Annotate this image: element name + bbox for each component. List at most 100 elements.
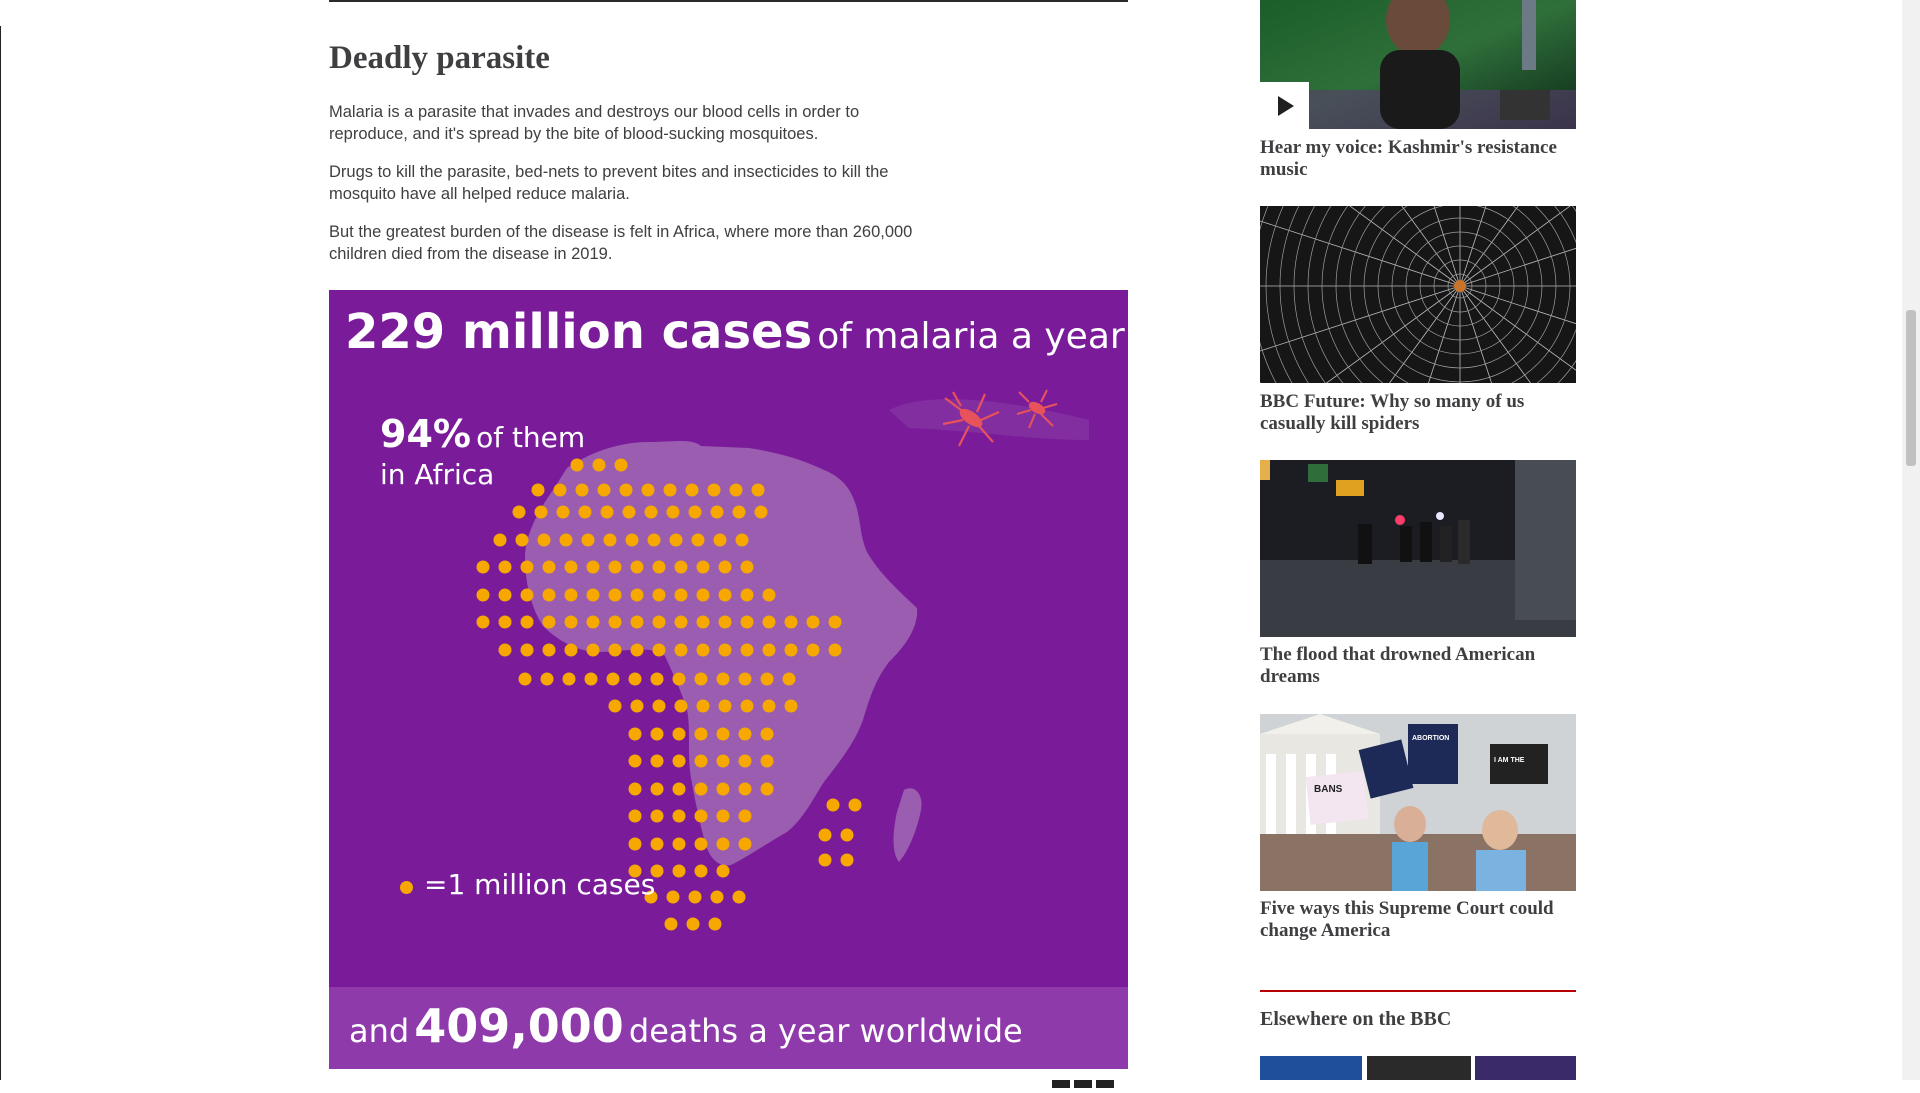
case-dot bbox=[848, 798, 862, 812]
case-dot bbox=[520, 615, 534, 629]
case-dot bbox=[603, 533, 617, 547]
case-dot bbox=[666, 890, 680, 904]
spider-web-photo bbox=[1260, 206, 1576, 383]
case-dot bbox=[784, 615, 798, 629]
case-dot bbox=[630, 560, 644, 574]
article-paragraph-2: Drugs to kill the parasite, bed-nets to … bbox=[329, 163, 889, 203]
case-dot bbox=[738, 837, 752, 851]
share-icon[interactable] bbox=[1052, 1075, 1118, 1093]
case-dot bbox=[694, 727, 708, 741]
case-dot bbox=[718, 699, 732, 713]
case-dot bbox=[782, 672, 796, 686]
case-dot bbox=[586, 615, 600, 629]
elsewhere-thumb-1[interactable] bbox=[1260, 1056, 1362, 1080]
case-dot bbox=[760, 754, 774, 768]
case-dot bbox=[710, 505, 724, 519]
case-dot bbox=[650, 782, 664, 796]
case-dot bbox=[542, 643, 556, 657]
case-dot bbox=[729, 483, 743, 497]
case-dot bbox=[696, 588, 710, 602]
malaria-infographic: 229 million cases of malaria a year 94% … bbox=[329, 290, 1128, 1069]
sign-bans: BANS bbox=[1314, 784, 1343, 795]
case-dot bbox=[688, 890, 702, 904]
case-dot bbox=[652, 699, 666, 713]
case-dot bbox=[537, 533, 551, 547]
case-dot bbox=[694, 782, 708, 796]
case-dot bbox=[672, 672, 686, 686]
case-dot bbox=[628, 809, 642, 823]
case-dot bbox=[652, 560, 666, 574]
case-dot bbox=[608, 588, 622, 602]
case-dot bbox=[696, 643, 710, 657]
case-dot bbox=[498, 643, 512, 657]
case-dot bbox=[586, 643, 600, 657]
card-image-supreme-court[interactable]: BANS ABORTION I AM THE bbox=[1260, 714, 1576, 891]
case-dot bbox=[641, 483, 655, 497]
case-dot bbox=[716, 782, 730, 796]
scrollbar-thumb[interactable] bbox=[1906, 310, 1916, 466]
case-dot bbox=[614, 458, 628, 472]
case-dot bbox=[762, 615, 776, 629]
africa-share-line1: 94% of them bbox=[380, 412, 585, 456]
case-dot bbox=[575, 483, 589, 497]
case-dot bbox=[672, 754, 686, 768]
case-dot bbox=[559, 533, 573, 547]
case-dot bbox=[716, 672, 730, 686]
case-dot bbox=[586, 588, 600, 602]
deaths-rest: deaths a year worldwide bbox=[628, 1012, 1023, 1050]
card-title-flood[interactable]: The flood that drowned American dreams bbox=[1260, 644, 1590, 688]
case-dot bbox=[738, 754, 752, 768]
case-dot bbox=[784, 699, 798, 713]
case-dot bbox=[672, 727, 686, 741]
case-dot bbox=[578, 505, 592, 519]
case-dot bbox=[606, 672, 620, 686]
case-dot bbox=[694, 809, 708, 823]
case-dot bbox=[751, 483, 765, 497]
case-dot bbox=[630, 643, 644, 657]
cases-headline-number: 229 million cases bbox=[345, 304, 813, 360]
flood-photo bbox=[1260, 460, 1576, 637]
card-image-spiders[interactable] bbox=[1260, 206, 1576, 383]
case-dot bbox=[828, 643, 842, 657]
card-title-supreme-court[interactable]: Five ways this Supreme Court could chang… bbox=[1260, 898, 1590, 942]
case-dot bbox=[840, 828, 854, 842]
case-dot bbox=[718, 615, 732, 629]
case-dot bbox=[564, 560, 578, 574]
case-dot bbox=[518, 672, 532, 686]
case-dot bbox=[716, 727, 730, 741]
africa-share-rest: of them bbox=[476, 421, 586, 454]
scrollbar-track[interactable] bbox=[1902, 0, 1920, 1080]
case-dot bbox=[584, 672, 598, 686]
case-dot bbox=[760, 672, 774, 686]
play-icon bbox=[1278, 96, 1294, 116]
case-dot bbox=[650, 809, 664, 823]
card-title-kashmir[interactable]: Hear my voice: Kashmir's resistance musi… bbox=[1260, 137, 1590, 181]
case-dot bbox=[652, 643, 666, 657]
elsewhere-thumb-3[interactable] bbox=[1475, 1056, 1576, 1080]
section-heading: Deadly parasite bbox=[329, 40, 550, 76]
elsewhere-thumb-2[interactable] bbox=[1367, 1056, 1471, 1080]
sign-abortion-hurts: ABORTION bbox=[1412, 735, 1449, 742]
deaths-line: and 409,000 deaths a year worldwide bbox=[349, 999, 1023, 1053]
mosquito-icon-small bbox=[1016, 389, 1058, 429]
case-dot bbox=[672, 809, 686, 823]
card-image-flood[interactable] bbox=[1260, 460, 1576, 637]
case-dot bbox=[762, 643, 776, 657]
case-dot bbox=[592, 458, 606, 472]
case-dot bbox=[694, 864, 708, 878]
case-dot bbox=[840, 853, 854, 867]
case-dot bbox=[628, 782, 642, 796]
case-dot bbox=[628, 672, 642, 686]
case-dot bbox=[542, 560, 556, 574]
case-dot bbox=[608, 560, 622, 574]
play-button[interactable] bbox=[1260, 82, 1309, 129]
case-dot bbox=[498, 560, 512, 574]
case-dot bbox=[740, 615, 754, 629]
case-dot bbox=[512, 505, 526, 519]
case-dot bbox=[476, 615, 490, 629]
elsewhere-rule bbox=[1260, 990, 1576, 992]
card-title-spiders[interactable]: BBC Future: Why so many of us casually k… bbox=[1260, 391, 1590, 435]
case-dot bbox=[650, 754, 664, 768]
case-dot bbox=[718, 643, 732, 657]
case-dot bbox=[663, 483, 677, 497]
